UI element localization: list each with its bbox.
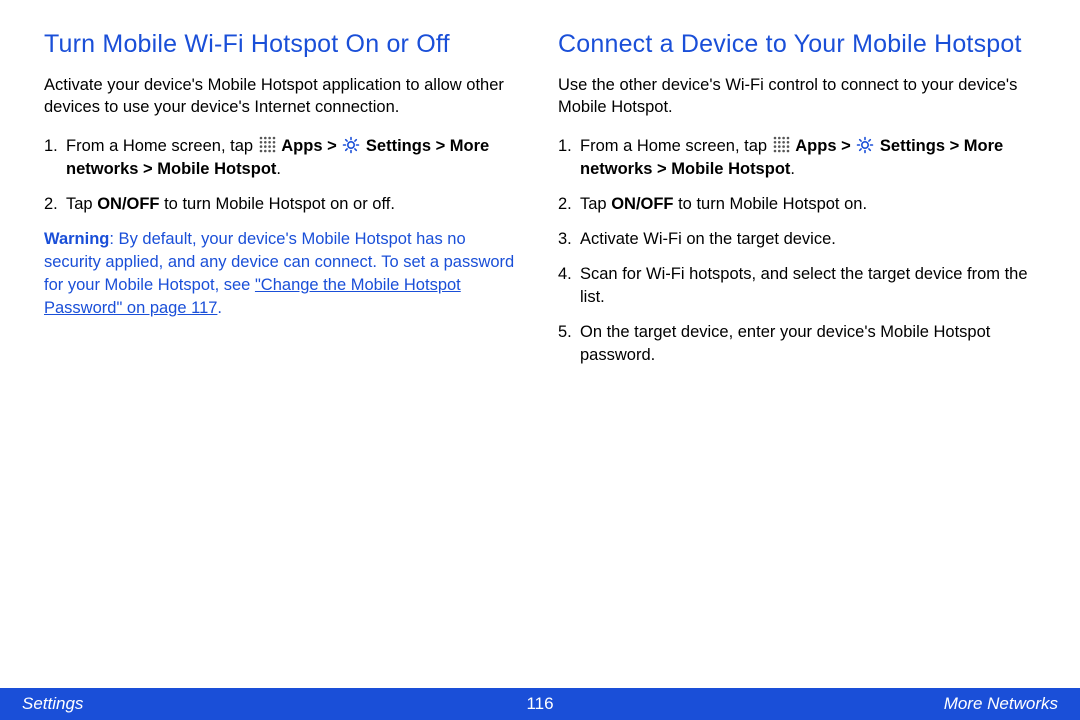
left-heading: Turn Mobile Wi-Fi Hotspot On or Off xyxy=(44,28,526,60)
step-text: to turn Mobile Hotspot on or off. xyxy=(160,195,395,213)
footer-subsection: More Networks xyxy=(944,694,1058,714)
left-intro: Activate your device's Mobile Hotspot ap… xyxy=(44,74,526,119)
onoff-label: ON/OFF xyxy=(611,195,673,213)
page-number: 116 xyxy=(526,694,553,714)
settings-gear-icon xyxy=(856,136,874,154)
warning-suffix: . xyxy=(217,299,222,317)
list-item: 2. Tap ON/OFF to turn Mobile Hotspot on … xyxy=(44,193,526,216)
right-column: Connect a Device to Your Mobile Hotspot … xyxy=(558,28,1040,680)
list-item: 4. Scan for Wi-Fi hotspots, and select t… xyxy=(558,263,1040,309)
apps-label: Apps > xyxy=(795,137,855,155)
settings-gear-icon xyxy=(342,136,360,154)
right-steps: 1. From a Home screen, tap Apps > xyxy=(558,135,1040,368)
step-suffix: . xyxy=(276,160,281,178)
step-text: From a Home screen, tap xyxy=(580,137,772,155)
step-number: 5. xyxy=(558,321,572,344)
list-item: 2. Tap ON/OFF to turn Mobile Hotspot on. xyxy=(558,193,1040,216)
step-text: Scan for Wi-Fi hotspots, and select the … xyxy=(580,265,1028,306)
step-text: On the target device, enter your device'… xyxy=(580,323,990,364)
step-number: 4. xyxy=(558,263,572,286)
apps-grid-icon xyxy=(259,136,276,153)
list-item: 1. From a Home screen, tap Apps > xyxy=(558,135,1040,181)
step-suffix: . xyxy=(790,160,795,178)
onoff-label: ON/OFF xyxy=(97,195,159,213)
list-item: 1. From a Home screen, tap Apps > xyxy=(44,135,526,181)
right-heading: Connect a Device to Your Mobile Hotspot xyxy=(558,28,1040,60)
page-content: Turn Mobile Wi-Fi Hotspot On or Off Acti… xyxy=(0,0,1080,680)
warning-label: Warning xyxy=(44,230,109,248)
apps-grid-icon xyxy=(773,136,790,153)
step-text: Tap xyxy=(580,195,611,213)
left-steps: 1. From a Home screen, tap Apps > xyxy=(44,135,526,216)
left-column: Turn Mobile Wi-Fi Hotspot On or Off Acti… xyxy=(44,28,526,680)
step-text: From a Home screen, tap xyxy=(66,137,258,155)
warning-paragraph: Warning: By default, your device's Mobil… xyxy=(44,228,526,320)
step-text: to turn Mobile Hotspot on. xyxy=(674,195,868,213)
step-number: 2. xyxy=(558,193,572,216)
step-number: 1. xyxy=(44,135,58,158)
right-intro: Use the other device's Wi-Fi control to … xyxy=(558,74,1040,119)
footer-section: Settings xyxy=(22,694,83,714)
list-item: 3. Activate Wi-Fi on the target device. xyxy=(558,228,1040,251)
step-text: Tap xyxy=(66,195,97,213)
step-number: 3. xyxy=(558,228,572,251)
step-number: 2. xyxy=(44,193,58,216)
page-footer: Settings 116 More Networks xyxy=(0,688,1080,720)
step-number: 1. xyxy=(558,135,572,158)
apps-label: Apps > xyxy=(281,137,341,155)
list-item: 5. On the target device, enter your devi… xyxy=(558,321,1040,367)
step-text: Activate Wi-Fi on the target device. xyxy=(580,230,836,248)
